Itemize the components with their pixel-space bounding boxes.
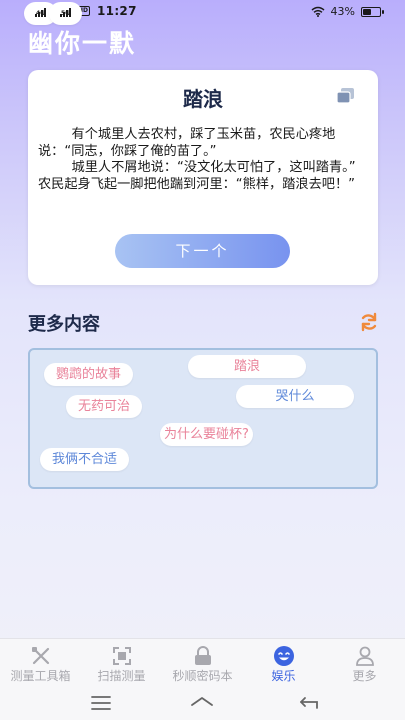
tab-entertainment[interactable]: 娱乐 bbox=[243, 639, 324, 686]
tab-more[interactable]: 更多 bbox=[324, 639, 405, 686]
back-icon[interactable] bbox=[297, 693, 321, 713]
tag-item[interactable]: 鹦鹉的故事 bbox=[44, 363, 134, 386]
joke-title: 踏浪 bbox=[183, 87, 223, 111]
scan-icon bbox=[112, 647, 131, 665]
tag-cloud: 鹦鹉的故事 踏浪 哭什么 无药可治 为什么要碰杯? 我俩不合适 bbox=[28, 348, 378, 489]
lock-icon bbox=[194, 646, 211, 665]
system-nav-bar bbox=[0, 686, 405, 720]
bottom-tab-bar: 测量工具箱 扫描测量 秒顺密码本 娱乐 更多 bbox=[0, 638, 405, 686]
tools-icon bbox=[31, 647, 49, 665]
tag-item[interactable]: 哭什么 bbox=[236, 385, 354, 408]
battery-percent: 43% bbox=[330, 5, 355, 18]
smiley-icon bbox=[273, 646, 294, 666]
tab-measure-toolbox[interactable]: 测量工具箱 bbox=[0, 639, 81, 686]
tag-item[interactable]: 我俩不合适 bbox=[40, 448, 130, 471]
cellular-signal-icon-2: 5G bbox=[49, 2, 83, 25]
joke-card: 踏浪 有个城里人去农村，踩了玉米苗，农民心疼地说：“同志，你踩了俺的苗了。” 城… bbox=[28, 70, 378, 285]
wifi-icon bbox=[311, 6, 325, 17]
tab-password-book[interactable]: 秒顺密码本 bbox=[162, 639, 243, 686]
status-bar: 4G 5G HD 11:27 43% bbox=[0, 0, 405, 25]
copy-icon[interactable] bbox=[336, 87, 356, 105]
battery-icon bbox=[361, 6, 384, 17]
more-content-title: 更多内容 bbox=[28, 314, 100, 335]
tag-item[interactable]: 无药可治 bbox=[66, 395, 143, 418]
tag-item[interactable]: 踏浪 bbox=[188, 355, 306, 378]
next-joke-button[interactable]: 下一个 bbox=[115, 234, 290, 268]
cellular-signal-icon: 4G bbox=[24, 2, 58, 25]
tab-scan-measure[interactable]: 扫描测量 bbox=[81, 639, 162, 686]
status-time: 11:27 bbox=[97, 4, 137, 18]
refresh-icon[interactable] bbox=[359, 312, 379, 332]
app-title: 幽你一默 bbox=[28, 29, 137, 58]
joke-body: 有个城里人去农村，踩了玉米苗，农民心疼地说：“同志，你踩了俺的苗了。” 城里人不… bbox=[38, 127, 356, 192]
menu-icon[interactable] bbox=[89, 693, 113, 713]
tag-item[interactable]: 为什么要碰杯? bbox=[160, 423, 253, 446]
home-icon[interactable] bbox=[190, 693, 214, 713]
person-icon bbox=[355, 646, 374, 666]
